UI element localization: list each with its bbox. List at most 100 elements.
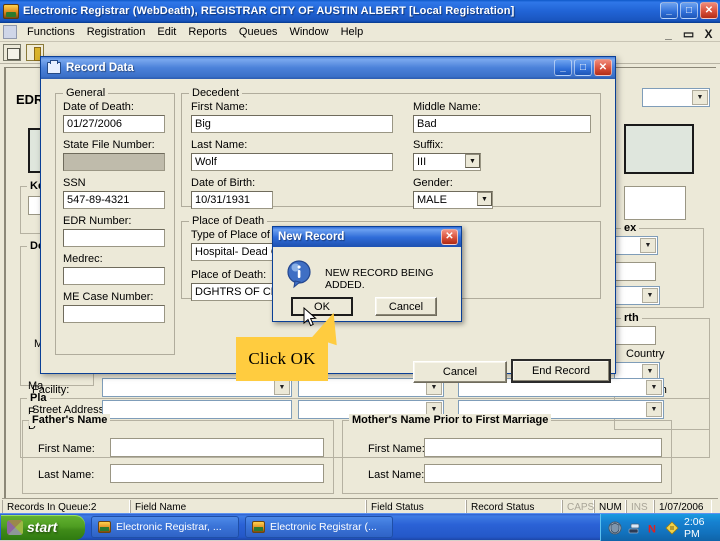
medrec-input[interactable] — [63, 267, 165, 285]
caption-country: Country — [626, 348, 665, 360]
gender-combo[interactable]: MALE — [413, 191, 493, 209]
ssn-input[interactable]: 547-89-4321 — [63, 191, 165, 209]
record-data-window-controls: _ □ ✕ — [554, 59, 612, 76]
taskbar-item-0[interactable]: Electronic Registrar, ... — [91, 516, 239, 538]
street-address-combo[interactable] — [102, 400, 292, 419]
date-of-birth-label: Date of Birth: — [191, 177, 256, 189]
right-field-a[interactable] — [624, 186, 686, 220]
me-case-number-label: ME Case Number: — [63, 291, 154, 303]
place-of-death-label: Place of Death: — [191, 269, 267, 281]
app-title: Electronic Registrar (WebDeath), REGISTR… — [23, 5, 515, 17]
first-name-input[interactable]: Big — [191, 115, 393, 133]
taskbar-item-1[interactable]: Electronic Registrar (... — [245, 516, 393, 538]
record-data-titlebar: Record Data _ □ ✕ — [41, 57, 615, 79]
mother-first-name-input[interactable] — [424, 438, 662, 457]
father-last-name-input[interactable] — [110, 464, 324, 483]
menu-item-window[interactable]: Window — [283, 25, 334, 39]
mother-last-name-input[interactable] — [424, 464, 662, 483]
menu-item-queues[interactable]: Queues — [233, 25, 284, 39]
chevron-down-icon[interactable]: ▼ — [274, 380, 290, 395]
record-data-title: Record Data — [66, 61, 134, 74]
middle-name-input[interactable]: Bad — [413, 115, 591, 133]
restore-icon[interactable]: □ — [680, 2, 698, 19]
maximize-icon[interactable]: □ — [574, 59, 592, 76]
system-menu-icon[interactable] — [3, 25, 17, 39]
app-window-controls: _ □ ✕ — [660, 2, 718, 19]
network-icon[interactable] — [627, 521, 641, 535]
edr-number-label: EDR Number: — [63, 215, 132, 227]
birth-field[interactable] — [614, 326, 656, 345]
father-first-name-label: First Name: — [38, 443, 95, 455]
edr-number-combo[interactable]: ▼ — [642, 88, 710, 107]
app-icon — [3, 3, 19, 19]
sex-combo[interactable]: ▼ — [614, 236, 658, 255]
close-icon[interactable]: ✕ — [700, 2, 718, 19]
taskbar-clock: 2:06 PM — [684, 515, 705, 540]
menu-item-edit[interactable]: Edit — [151, 25, 182, 39]
minimize-icon[interactable]: _ — [660, 2, 678, 19]
app-titlebar: Electronic Registrar (WebDeath), REGISTR… — [0, 0, 720, 23]
mdi-minimize-icon[interactable]: _ — [660, 24, 677, 40]
taskbar: start Electronic Registrar, ... Electron… — [0, 513, 720, 541]
first-name-label: First Name: — [191, 101, 248, 113]
suffix-combo[interactable]: III — [413, 153, 481, 171]
window-icon — [47, 59, 61, 74]
update-icon[interactable] — [665, 520, 679, 535]
sex-detail-field[interactable] — [614, 262, 656, 281]
chevron-down-icon[interactable]: ▼ — [646, 380, 662, 395]
shield-icon[interactable] — [608, 521, 622, 535]
middle-name-label: Middle Name: — [413, 101, 481, 113]
mdi-window-controls: _ ▭ X — [660, 24, 717, 40]
menu-item-help[interactable]: Help — [335, 25, 370, 39]
callout-label: Click OK — [248, 349, 316, 368]
chevron-down-icon[interactable]: ▼ — [640, 238, 656, 253]
chevron-down-icon[interactable]: ▼ — [642, 364, 658, 379]
state-file-number-input — [63, 153, 165, 171]
info-icon — [285, 259, 315, 289]
chevron-down-icon[interactable]: ▼ — [646, 402, 662, 417]
mdi-restore-icon[interactable]: ▭ — [680, 24, 697, 40]
new-record-body: NEW RECORD BEING ADDED. OK Cancel — [273, 247, 463, 323]
new-record-titlebar: New Record ✕ — [273, 227, 461, 247]
gender-label: Gender: — [413, 177, 453, 189]
click-ok-callout: Click OK — [236, 337, 328, 381]
minimize-icon[interactable]: _ — [554, 59, 572, 76]
chevron-down-icon[interactable]: ▼ — [692, 90, 708, 105]
menu-item-registration[interactable]: Registration — [81, 25, 152, 39]
copy-record-icon[interactable] — [3, 44, 21, 61]
medrec-label: Medrec: — [63, 253, 103, 265]
group-sex-title: ex — [621, 222, 640, 234]
chevron-down-icon[interactable]: ▼ — [642, 288, 658, 303]
menu-item-functions[interactable]: Functions — [21, 25, 81, 39]
cancel-button[interactable]: Cancel — [413, 361, 507, 383]
mother-first-name-label: First Name: — [368, 443, 425, 455]
group-fathers-name-title: Father's Name — [29, 414, 111, 426]
taskbar-item-1-label: Electronic Registrar (... — [270, 521, 377, 533]
me-case-number-input[interactable] — [63, 305, 165, 323]
menu-item-reports[interactable]: Reports — [182, 25, 233, 39]
last-name-input[interactable]: Wolf — [191, 153, 393, 171]
suffix-label: Suffix: — [413, 139, 444, 151]
modal-cancel-button[interactable]: Cancel — [375, 297, 437, 316]
date-of-death-label: Date of Death: — [63, 101, 134, 113]
desktop: Electronic Registrar (WebDeath), REGISTR… — [0, 0, 720, 541]
menubar: Functions Registration Edit Reports Queu… — [0, 23, 720, 42]
close-icon[interactable]: ✕ — [594, 59, 612, 76]
date-of-birth-input[interactable]: 10/31/1931 — [191, 191, 273, 209]
group-birth-title: rth — [621, 312, 642, 324]
start-label: start — [27, 519, 58, 535]
caption-facility: Facility: — [32, 384, 70, 396]
mouse-cursor-icon — [303, 306, 319, 334]
right-photo-box — [624, 124, 694, 174]
group-decedent-title: Decedent — [189, 87, 243, 99]
new-record-title: New Record — [278, 230, 345, 243]
end-record-button[interactable]: End Record — [511, 359, 611, 383]
mdi-close-icon[interactable]: X — [700, 24, 717, 40]
start-button[interactable]: start — [1, 514, 85, 540]
norton-icon[interactable]: N — [646, 521, 660, 535]
edr-number-input[interactable] — [63, 229, 165, 247]
sex-extra-combo[interactable]: ▼ — [614, 286, 660, 305]
father-first-name-input[interactable] — [110, 438, 324, 457]
date-of-death-input[interactable]: 01/27/2006 — [63, 115, 165, 133]
close-icon[interactable]: ✕ — [441, 229, 458, 245]
